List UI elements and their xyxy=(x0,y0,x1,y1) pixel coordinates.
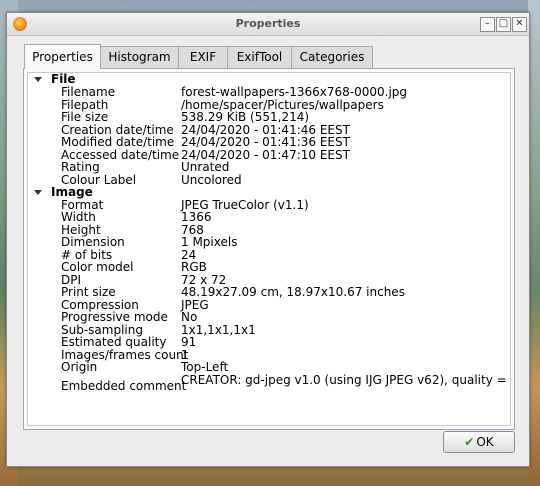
collapse-arrow-icon[interactable] xyxy=(34,190,42,195)
tab-histogram[interactable]: Histogram xyxy=(100,46,179,68)
property-value: 48.19x27.09 cm, 18.97x10.67 inches xyxy=(181,285,405,299)
collapse-arrow-icon[interactable] xyxy=(34,77,42,82)
group-label: File xyxy=(51,72,76,86)
window-title: Properties xyxy=(235,17,301,30)
checkmark-icon: ✔ xyxy=(464,435,475,449)
property-key: Embedded comment xyxy=(61,379,187,393)
tab-exif[interactable]: EXIF xyxy=(178,46,228,68)
tab-categories[interactable]: Categories xyxy=(291,46,373,68)
group-label: Image xyxy=(51,185,93,199)
properties-dialog: Properties – □ ✕ Properties Histogram EX… xyxy=(6,12,530,467)
property-value: Uncolored xyxy=(181,173,242,187)
properties-tree[interactable]: File Filename forest-wallpapers-1366x768-… xyxy=(27,72,511,426)
tab-properties[interactable]: Properties xyxy=(24,44,101,69)
ok-button[interactable]: ✔ OK xyxy=(443,431,515,453)
close-icon[interactable]: ✕ xyxy=(512,17,527,32)
maximize-icon[interactable]: □ xyxy=(496,17,511,32)
property-value: CREATOR: gd-jpeg v1.0 (using IJG JPEG v6… xyxy=(181,373,511,387)
title-bar[interactable]: Properties – □ ✕ xyxy=(7,13,529,36)
minimize-icon[interactable]: – xyxy=(480,17,495,32)
ok-label: OK xyxy=(476,435,494,449)
properties-panel: File Filename forest-wallpapers-1366x768-… xyxy=(23,68,515,430)
tab-exiftool[interactable]: ExifTool xyxy=(227,46,292,68)
property-key: Origin xyxy=(61,360,98,374)
